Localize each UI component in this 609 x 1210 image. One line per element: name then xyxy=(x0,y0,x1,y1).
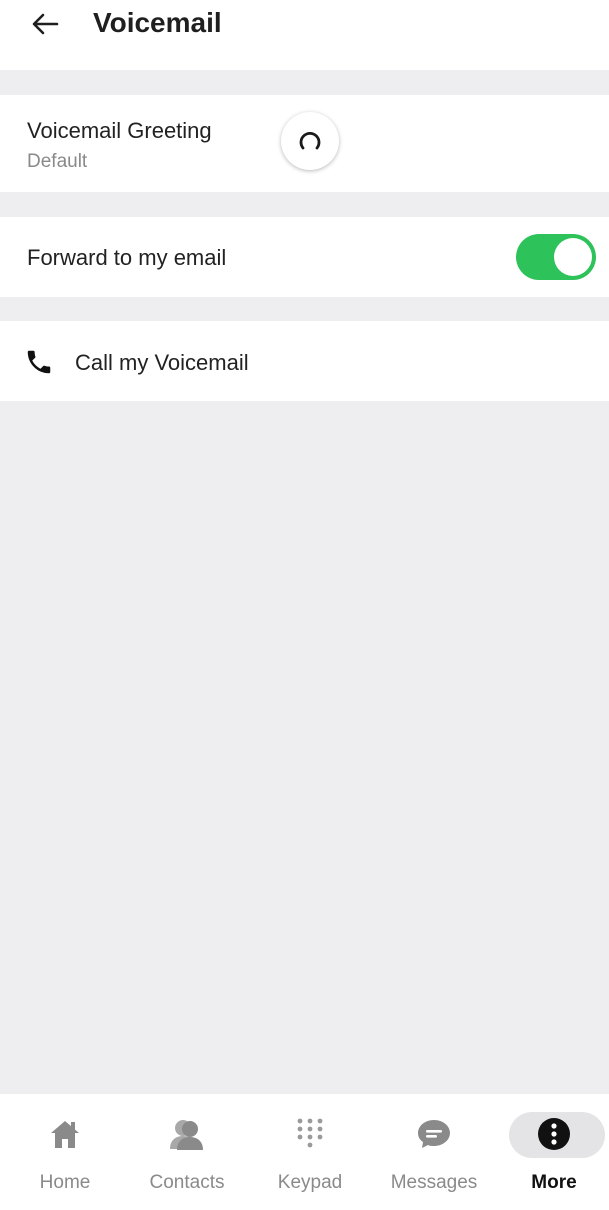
call-my-voicemail-row[interactable]: Call my Voicemail xyxy=(0,321,609,401)
messages-icon xyxy=(416,1116,452,1152)
voicemail-greeting-title: Voicemail Greeting xyxy=(27,118,212,143)
home-icon xyxy=(47,1116,83,1152)
arrow-left-icon xyxy=(32,13,59,35)
more-icon xyxy=(536,1116,572,1152)
nav-keypad[interactable]: Keypad xyxy=(251,1094,369,1210)
page-title: Voicemail xyxy=(93,7,222,38)
nav-messages[interactable]: Messages xyxy=(374,1094,494,1210)
voicemail-greeting-value: Default xyxy=(27,151,88,172)
voicemail-greeting-row[interactable]: Voicemail Greeting Default xyxy=(0,95,609,192)
nav-contacts-label: Contacts xyxy=(149,1172,225,1193)
settings-list: Voicemail Greeting Default Forward to my… xyxy=(0,70,609,1094)
nav-contacts[interactable]: Contacts xyxy=(128,1094,246,1210)
forward-to-email-label: Forward to my email xyxy=(27,245,227,270)
back-button[interactable] xyxy=(26,6,64,42)
voicemail-screen: Voicemail Voicemail Greeting Default For… xyxy=(0,0,609,1210)
loading-spinner-icon xyxy=(299,132,321,150)
contacts-icon xyxy=(169,1116,205,1152)
bottom-navigation: Home Contacts Keypad Messages More xyxy=(0,1094,609,1210)
keypad-icon xyxy=(292,1116,328,1152)
nav-more[interactable]: More xyxy=(499,1094,609,1210)
toggle-knob xyxy=(554,238,592,276)
forward-to-email-row: Forward to my email xyxy=(0,217,609,297)
phone-icon xyxy=(27,350,51,374)
forward-to-email-toggle[interactable] xyxy=(516,234,596,280)
greeting-loading-indicator xyxy=(281,112,339,170)
nav-more-label: More xyxy=(531,1172,577,1193)
nav-home[interactable]: Home xyxy=(6,1094,124,1210)
call-my-voicemail-label: Call my Voicemail xyxy=(75,350,249,375)
nav-messages-label: Messages xyxy=(390,1172,478,1193)
nav-keypad-label: Keypad xyxy=(277,1172,343,1193)
app-header: Voicemail xyxy=(0,0,609,70)
nav-home-label: Home xyxy=(39,1172,91,1193)
